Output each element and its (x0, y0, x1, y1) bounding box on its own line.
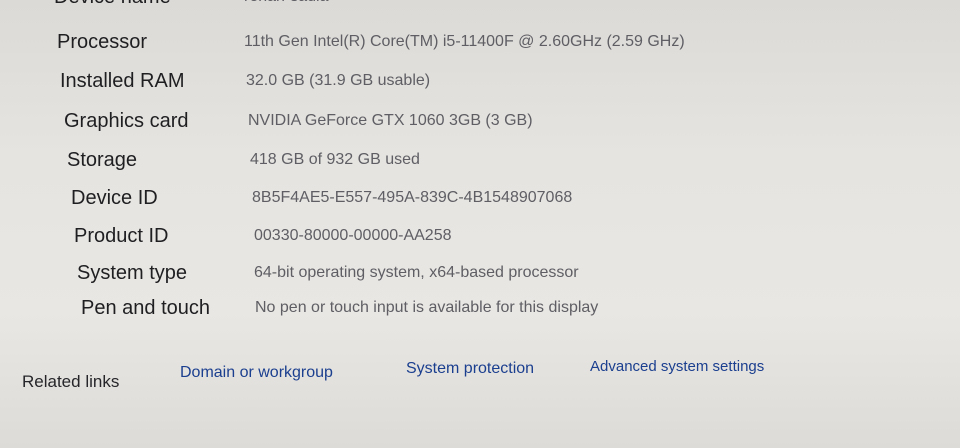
spec-label-storage: Storage (67, 149, 138, 171)
spec-value-device-name[interactable]: renan-sadia (244, 0, 329, 6)
related-links-title: Related links (22, 372, 120, 391)
spec-value-device-id[interactable]: 8B5F4AE5-E557-495A-839C-4B1548907068 (252, 189, 572, 207)
spec-label-system-type: System type (77, 262, 188, 284)
device-specifications: Device name renan-sadia Processor 11th G… (0, 0, 960, 330)
spec-label-installed-ram: Installed RAM (60, 70, 185, 92)
spec-value-system-type[interactable]: 64-bit operating system, x64-based proce… (254, 264, 579, 282)
spec-label-pen-and-touch: Pen and touch (81, 297, 210, 319)
spec-value-pen-and-touch[interactable]: No pen or touch input is available for t… (255, 299, 598, 317)
spec-value-installed-ram[interactable]: 32.0 GB (31.9 GB usable) (246, 72, 430, 90)
system-protection-link[interactable]: System protection (406, 360, 534, 378)
spec-label-graphics-card: Graphics card (64, 110, 189, 132)
spec-value-processor[interactable]: 11th Gen Intel(R) Core(TM) i5-11400F @ 2… (244, 33, 685, 51)
spec-value-graphics-card[interactable]: NVIDIA GeForce GTX 1060 3GB (3 GB) (248, 112, 533, 130)
spec-label-processor: Processor (57, 31, 148, 53)
spec-value-storage[interactable]: 418 GB of 932 GB used (250, 151, 420, 169)
advanced-system-settings-link[interactable]: Advanced system settings (590, 358, 764, 375)
related-links-bar: Related links Domain or workgroup System… (0, 352, 960, 392)
domain-or-workgroup-link[interactable]: Domain or workgroup (180, 364, 333, 382)
spec-label-device-id: Device ID (71, 187, 158, 209)
spec-label-product-id: Product ID (74, 225, 169, 247)
spec-label-device-name: Device name (54, 0, 171, 9)
spec-value-product-id[interactable]: 00330-80000-00000-AA258 (254, 227, 452, 245)
